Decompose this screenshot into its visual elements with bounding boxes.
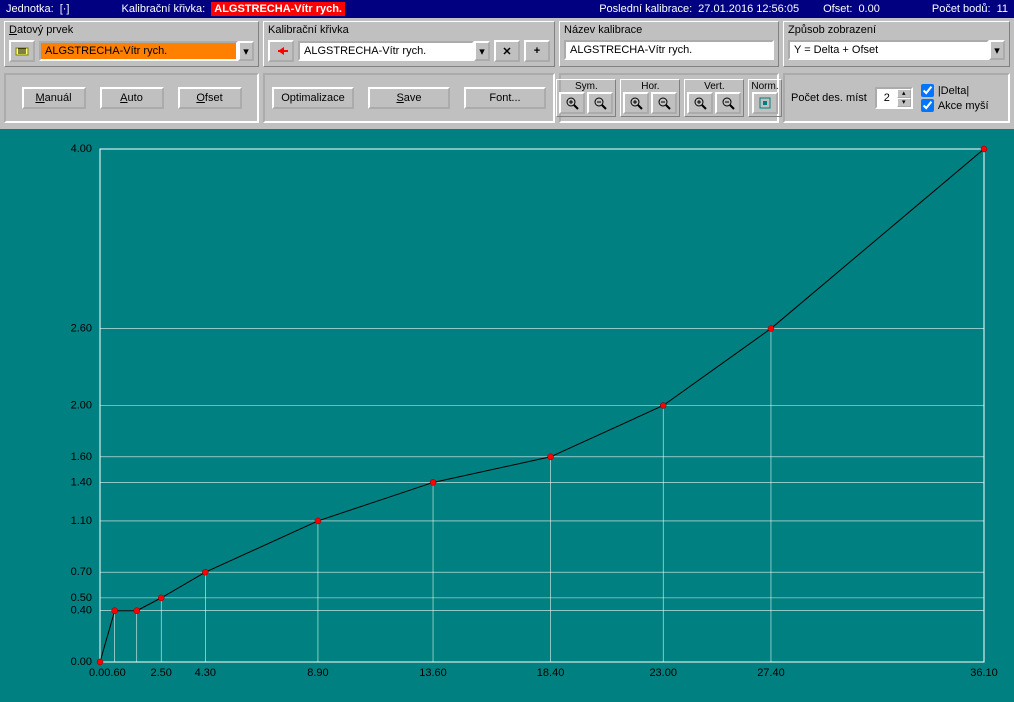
zoom-hor-label: Hor. — [641, 81, 659, 92]
decimals-label: Počet des. míst — [791, 92, 867, 104]
zoom-hor-group: Hor. — [620, 79, 680, 117]
status-bar: Jednotka: [·] Kalibrační křivka: ALGSTRE… — [0, 0, 1014, 18]
dropdown-icon[interactable]: ▾ — [474, 41, 490, 61]
cal-name-label: Název kalibrace — [564, 24, 774, 38]
svg-text:8.90: 8.90 — [307, 667, 328, 679]
status-unit-label: Jednotka: — [6, 3, 54, 15]
check-mouse-box[interactable] — [921, 99, 934, 112]
svg-text:0.40: 0.40 — [71, 605, 92, 617]
svg-text:0.70: 0.70 — [71, 566, 92, 578]
zoom-vert-in-button[interactable] — [687, 92, 713, 114]
panel-zoom: Sym. Hor. Vert. Norm. — [559, 73, 779, 123]
svg-text:2.50: 2.50 — [151, 667, 172, 679]
svg-text:4.30: 4.30 — [195, 667, 216, 679]
panel-options: Počet des. míst ▴▾ |Delta| Akce myší — [783, 73, 1010, 123]
svg-text:1.10: 1.10 — [71, 515, 92, 527]
data-element-label: Datový prvek — [9, 24, 254, 38]
cal-curve-label: Kalibrační křivka — [268, 24, 550, 38]
cal-curve-input[interactable] — [298, 41, 474, 61]
svg-text:1.40: 1.40 — [71, 476, 92, 488]
decimals-spinner[interactable]: ▴▾ — [875, 87, 913, 109]
svg-text:23.00: 23.00 — [649, 667, 677, 679]
status-unit-value: [·] — [60, 3, 70, 15]
status-offset-value: 0.00 — [858, 3, 879, 15]
svg-text:0.50: 0.50 — [71, 592, 92, 604]
cal-name-input[interactable] — [564, 40, 774, 60]
status-points-label: Počet bodů: — [932, 3, 991, 15]
toolbar-row-1: Datový prvek ▾ Kalibrační křivka ▾ ✕ + — [0, 18, 1014, 70]
check-delta-box[interactable] — [921, 84, 934, 97]
add-curve-button[interactable]: + — [524, 40, 550, 62]
group-cal-name: Název kalibrace — [559, 21, 779, 67]
font-button[interactable]: Font... — [464, 87, 546, 109]
zoom-norm-group: Norm. — [748, 79, 781, 117]
check-mouse[interactable]: Akce myší — [921, 99, 989, 112]
zoom-vert-out-button[interactable] — [715, 92, 741, 114]
svg-text:27.40: 27.40 — [757, 667, 785, 679]
dropdown-icon[interactable]: ▾ — [238, 41, 254, 61]
svg-text:0.00.60: 0.00.60 — [89, 667, 126, 679]
manual-button[interactable]: Manuál — [22, 87, 86, 109]
svg-text:1.60: 1.60 — [71, 451, 92, 463]
svg-text:13.60: 13.60 — [419, 667, 447, 679]
spin-up-icon[interactable]: ▴ — [897, 89, 911, 98]
svg-text:18.40: 18.40 — [537, 667, 565, 679]
display-mode-combo[interactable]: ▾ — [788, 40, 1005, 60]
ofset-button[interactable]: Ofset — [178, 87, 242, 109]
svg-text:36.10: 36.10 — [970, 667, 998, 679]
status-curve-label: Kalibrační křivka: — [121, 3, 205, 15]
save-button[interactable]: Save — [368, 87, 450, 109]
display-mode-label: Způsob zobrazení — [788, 24, 1005, 38]
svg-text:2.00: 2.00 — [71, 400, 92, 412]
decimals-input[interactable] — [877, 92, 897, 104]
cal-curve-combo[interactable]: ▾ — [298, 41, 490, 61]
zoom-sym-in-button[interactable] — [559, 92, 585, 114]
panel-file-buttons: Optimalizace Save Font... — [263, 73, 555, 123]
zoom-sym-out-button[interactable] — [587, 92, 613, 114]
status-curve-value: ALGSTRECHA-Vítr rych. — [211, 2, 345, 16]
data-element-input[interactable] — [39, 41, 238, 61]
auto-button[interactable]: Auto — [100, 87, 164, 109]
zoom-vert-label: Vert. — [704, 81, 725, 92]
copy-back-button[interactable] — [268, 40, 294, 62]
spin-down-icon[interactable]: ▾ — [897, 98, 911, 107]
data-element-combo[interactable]: ▾ — [39, 41, 254, 61]
zoom-norm-label: Norm. — [751, 81, 778, 92]
status-points-value: 11 — [997, 3, 1008, 15]
optimize-button[interactable]: Optimalizace — [272, 87, 354, 109]
calibration-chart[interactable]: 0.000.400.500.701.101.401.602.002.604.00… — [0, 129, 1014, 702]
display-mode-input[interactable] — [788, 40, 989, 60]
status-lastcal-label: Poslední kalibrace: — [599, 3, 692, 15]
zoom-hor-in-button[interactable] — [623, 92, 649, 114]
check-delta[interactable]: |Delta| — [921, 84, 989, 97]
dropdown-icon[interactable]: ▾ — [989, 40, 1005, 60]
status-lastcal-value: 27.01.2016 12:56:05 — [698, 3, 799, 15]
zoom-norm-button[interactable] — [752, 92, 778, 114]
zoom-vert-group: Vert. — [684, 79, 744, 117]
data-element-lookup-button[interactable] — [9, 40, 35, 62]
panel-mode-buttons: Manuál Auto Ofset — [4, 73, 259, 123]
delete-curve-button[interactable]: ✕ — [494, 40, 520, 62]
svg-text:4.00: 4.00 — [71, 143, 92, 155]
group-display-mode: Způsob zobrazení ▾ — [783, 21, 1010, 67]
toolbar-row-2: Manuál Auto Ofset Optimalizace Save Font… — [0, 70, 1014, 129]
svg-text:2.60: 2.60 — [71, 323, 92, 335]
group-cal-curve: Kalibrační křivka ▾ ✕ + — [263, 21, 555, 67]
status-offset-label: Ofset: — [823, 3, 852, 15]
zoom-sym-label: Sym. — [575, 81, 598, 92]
zoom-sym-group: Sym. — [556, 79, 616, 117]
group-data-element: Datový prvek ▾ — [4, 21, 259, 67]
zoom-hor-out-button[interactable] — [651, 92, 677, 114]
